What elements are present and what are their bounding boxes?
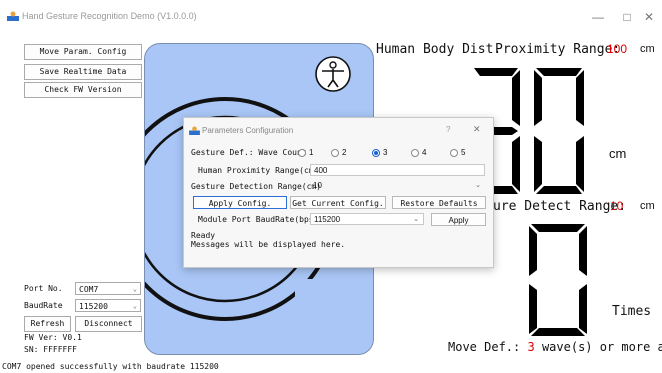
apply-baudrate-button[interactable]: Apply [431, 213, 486, 226]
radio-wave-1[interactable] [298, 149, 306, 157]
radio-wave-2[interactable] [331, 149, 339, 157]
radio-wave-4-label: 4 [422, 148, 427, 157]
baudrate-select[interactable]: 115200 ⌄ [75, 299, 141, 312]
move-def-suffix: wave(s) or more as 1 [541, 340, 662, 354]
fw-version-text: FW Ver: V0.1 [24, 333, 82, 342]
dialog-title: Parameters Configuration [202, 126, 294, 135]
gesture-detect-range-value: 10 [610, 199, 624, 213]
dialog-close-button[interactable]: ✕ [473, 124, 481, 135]
move-def-prefix: Move Def.: [448, 340, 521, 354]
port-label: Port No. [24, 284, 63, 293]
gesture-detect-range-unit: cm [640, 200, 655, 212]
get-current-config-button[interactable]: Get Current Config. [290, 196, 386, 209]
detection-range-field-label: Gesture Detection Range(cm) [191, 182, 322, 191]
radio-wave-4[interactable] [411, 149, 419, 157]
save-realtime-data-button[interactable]: Save Realtime Data [24, 64, 142, 80]
apply-config-button[interactable]: Apply Config. [193, 196, 287, 209]
window-title: Hand Gesture Recognition Demo (V1.0.0.0) [22, 11, 197, 21]
title-bar: Hand Gesture Recognition Demo (V1.0.0.0)… [0, 0, 662, 34]
radio-wave-1-label: 1 [309, 148, 314, 157]
human-body-icon [315, 56, 351, 92]
detection-range-value: 10 [313, 181, 322, 190]
status-bar-message: COM7 opened successfully with baudrate 1… [2, 362, 219, 371]
proximity-range-label: Proximity Range: [495, 42, 621, 57]
move-def-value: 3 [527, 340, 535, 354]
move-def-label: Move Def.: 3 wave(s) or more as 1 [448, 340, 662, 354]
app-icon [189, 126, 200, 135]
chevron-down-icon: ⌄ [132, 285, 137, 293]
module-baudrate-value: 115200 [314, 215, 341, 224]
proximity-range-unit: cm [640, 43, 655, 55]
module-baudrate-select[interactable]: 115200 ⌄ [310, 213, 424, 225]
detection-range-select[interactable]: 10 ⌄ [310, 180, 485, 192]
chevron-down-icon: ⌄ [475, 182, 481, 189]
count-seven-segment-display [529, 224, 587, 336]
port-value: COM7 [79, 285, 99, 294]
body-distance-label: Human Body Dist. [376, 42, 502, 57]
count-unit: Times [612, 304, 652, 319]
radio-wave-5-label: 5 [461, 148, 466, 157]
radio-wave-3-label: 3 [383, 148, 388, 157]
port-select[interactable]: COM7 ⌄ [75, 282, 141, 295]
chevron-down-icon: ⌄ [413, 216, 419, 223]
radio-wave-3[interactable] [372, 149, 380, 157]
baudrate-value: 115200 [79, 302, 108, 311]
help-button[interactable]: ? [446, 125, 450, 134]
close-button[interactable]: ✕ [639, 9, 659, 25]
serial-number-text: SN: FFFFFFF [24, 345, 77, 354]
minimize-button[interactable]: — [588, 9, 608, 25]
restore-defaults-button[interactable]: Restore Defaults [392, 196, 486, 209]
proximity-range-value: 100 [607, 42, 628, 56]
distance-unit: cm [609, 146, 627, 161]
dialog-status-message: Messages will be displayed here. [191, 240, 346, 249]
check-fw-version-button[interactable]: Check FW Version [24, 82, 142, 98]
app-icon [7, 11, 19, 21]
chevron-down-icon: ⌄ [132, 302, 137, 310]
module-baudrate-label: Module Port BaudRate(bps) [198, 215, 319, 224]
parameters-configuration-dialog: Parameters Configuration ? ✕ Gesture Def… [183, 117, 494, 268]
baudrate-label: BaudRate [24, 301, 63, 310]
gesture-detect-range-label: ure Detect Range: [493, 199, 627, 214]
proximity-range-field-label: Human Proximity Range(cm) [198, 166, 319, 175]
proximity-range-input[interactable]: 400 [310, 164, 485, 176]
radio-wave-2-label: 2 [342, 148, 347, 157]
radio-wave-5[interactable] [450, 149, 458, 157]
disconnect-button[interactable]: Disconnect [75, 316, 142, 332]
move-param-config-button[interactable]: Move Param. Config [24, 44, 142, 60]
maximize-button[interactable]: □ [617, 9, 637, 25]
gesture-def-label: Gesture Def.: Wave Count [191, 148, 307, 157]
refresh-button[interactable]: Refresh [24, 316, 71, 332]
dialog-status-ready: Ready [191, 231, 216, 240]
